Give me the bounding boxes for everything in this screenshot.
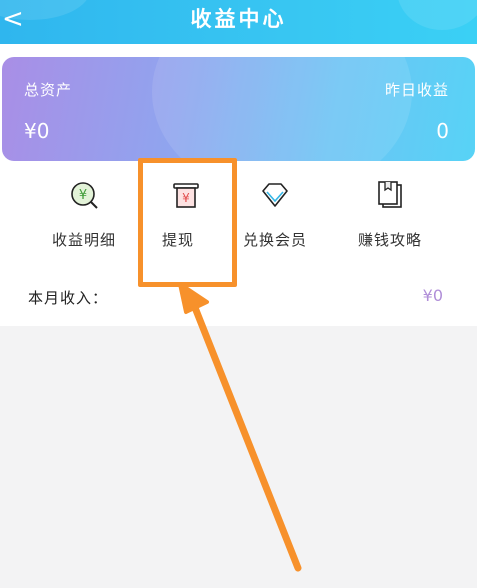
menu-item-label: 兑换会员 [242,231,307,249]
highlight-box [138,158,237,287]
svg-text:¥: ¥ [79,188,87,203]
menu-item-earning-guide[interactable]: 赚钱攻略 [340,167,440,263]
total-assets-label: 总资产 [24,81,73,99]
menu-item-label: 赚钱攻略 [357,231,422,249]
menu-item-label: 收益明细 [51,231,116,249]
menu-item-earnings-details[interactable]: ¥ 收益明细 [35,167,133,263]
yuan-magnifier-icon: ¥ [71,182,98,209]
menu-item-redeem-membership[interactable]: 兑换会员 [233,167,317,263]
diamond-icon [262,183,288,207]
card-decoration [152,57,412,161]
monthly-income-row: 本月收入： ¥0 [0,270,477,322]
page-title: 收益中心 [190,7,287,31]
asset-summary-card: 总资产 ¥0 昨日收益 0 [2,57,475,161]
yesterday-earnings-value: 0 [436,119,449,143]
yesterday-earnings-label: 昨日收益 [384,81,449,99]
monthly-income-value: ¥0 [422,286,443,305]
monthly-income-label: 本月收入： [28,289,109,307]
top-bar: < 收益中心 [0,0,477,44]
guide-book-icon [378,181,402,208]
total-assets-value: ¥0 [24,119,50,143]
